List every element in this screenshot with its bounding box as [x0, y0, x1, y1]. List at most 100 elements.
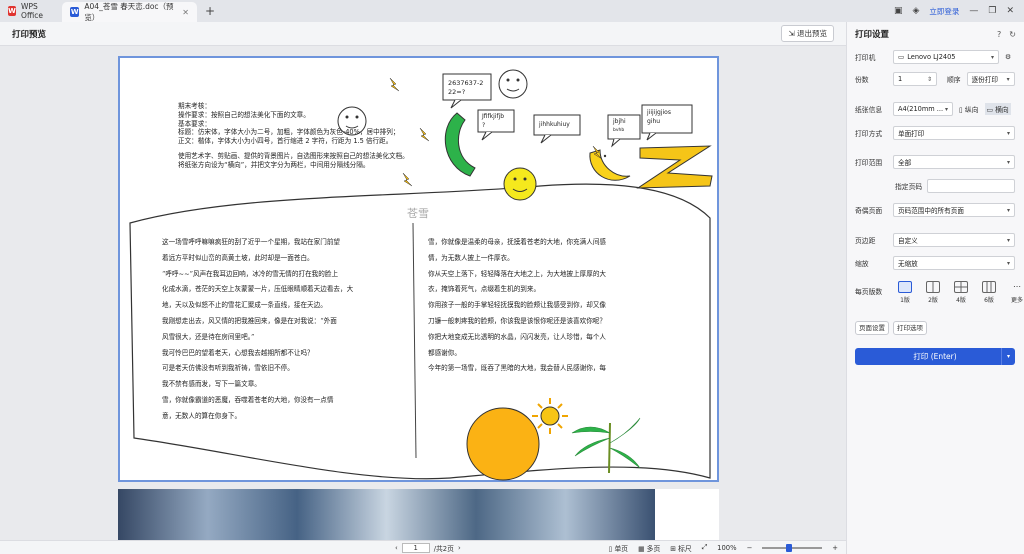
tab-wps-home[interactable]: W WPS Office	[0, 0, 62, 22]
zoom-slider[interactable]	[762, 543, 823, 552]
tab-bar: W WPS Office W A04_苍雪 春天恋.doc（预览） ✕ + ▣ ◈ 立…	[0, 0, 1024, 22]
margin-label: 页边距	[855, 237, 876, 245]
refresh-icon[interactable]: ↻	[1009, 30, 1016, 39]
paper-select[interactable]: A4(210mm ... ▾	[893, 102, 953, 116]
layout-4-button[interactable]: 4版	[951, 281, 971, 304]
tab-label: A04_苍雪 春天恋.doc（预览）	[84, 2, 174, 22]
mode-select[interactable]: 单面打印 ▾	[893, 126, 1015, 140]
bubble-text: Jfifkjifjb?	[482, 113, 505, 129]
print-button[interactable]: 打印 (Enter) ▾	[855, 348, 1015, 365]
wps-logo-icon: W	[8, 6, 17, 16]
skin-icon[interactable]: ◈	[912, 6, 919, 16]
copies-label: 份数	[855, 76, 869, 84]
bubble-text: jihhkuhiuy	[539, 121, 570, 128]
instruction-line: 操作要求：按照自己的想法美化下面的文章。	[178, 110, 310, 119]
preview-area[interactable]: 期末考核： 操作要求：按照自己的想法美化下面的文章。 基本要求： 标题：仿宋体，…	[0, 46, 846, 540]
instruction-line: 期末考核：	[178, 102, 211, 110]
print-label: 打印 (Enter)	[913, 352, 957, 361]
column-divider	[412, 222, 417, 459]
scale-select[interactable]: 无缩放 ▾	[893, 256, 1015, 270]
page-1: 期末考核： 操作要求：按照自己的想法美化下面的文章。 基本要求： 标题：仿宋体，…	[118, 56, 719, 482]
pages-label: 指定页码	[895, 183, 923, 191]
single-page-button[interactable]: ▯ 单页	[609, 543, 629, 553]
range-select[interactable]: 全部 ▾	[893, 155, 1015, 169]
print-options-button[interactable]: 打印选项	[893, 321, 927, 335]
fit-icon[interactable]: ⤢	[702, 543, 707, 552]
preview-toolbar: 打印预览 ⇲ 退出预览	[0, 22, 846, 46]
lightning-icon	[419, 127, 430, 142]
landscape-button[interactable]: ▭ 横向	[984, 103, 1011, 115]
pages-per-sheet-label: 每页版数	[855, 288, 883, 296]
smiley-face-icon	[498, 69, 528, 99]
scale-label: 缩放	[855, 260, 869, 268]
printer-select[interactable]: ▭ Lenovo LJ2405 ▾	[893, 50, 999, 64]
tab-label: WPS Office	[21, 2, 43, 20]
printer-icon: ▭	[898, 53, 905, 61]
oddeven-select[interactable]: 页码范围中的所有页面 ▾	[893, 203, 1015, 217]
right-column: 雪，你就像是温柔的母亲，抚摸着苍老的大地，你充满人间感 情，为无数人披上一件厚衣。…	[428, 238, 607, 373]
order-select[interactable]: 逐份打印 ▾	[966, 72, 1015, 86]
close-tab-icon[interactable]: ✕	[182, 8, 189, 17]
page-setup-button[interactable]: 页面设置	[855, 321, 889, 335]
paper-label: 纸张信息	[855, 106, 883, 114]
lightning-icon	[389, 77, 400, 92]
help-icon[interactable]: ?	[997, 30, 1001, 39]
multi-page-button[interactable]: ▦ 多页	[638, 543, 660, 553]
more-layouts-button[interactable]: ⋯ 更多	[1007, 281, 1024, 304]
order-label: 顺序	[947, 76, 961, 84]
margin-select[interactable]: 自定义 ▾	[893, 233, 1015, 247]
exit-preview-label: 退出预览	[797, 29, 827, 38]
page-2	[118, 489, 719, 540]
page-input[interactable]: 1	[401, 542, 430, 553]
portrait-button[interactable]: ▯ 纵向	[959, 104, 979, 114]
minimize-icon[interactable]: —	[969, 6, 978, 16]
new-tab-icon[interactable]: +	[205, 4, 215, 18]
left-column: 这一场雪呼呼嘛嘛疯狂的刮了近乎一个星期，我站在家门前望 着远方平时似山峦的高黄土坡…	[162, 238, 354, 420]
close-window-icon[interactable]: ✕	[1006, 6, 1014, 16]
yellow-smiley-icon	[503, 167, 537, 201]
sun-ball-shape	[466, 407, 540, 481]
lightning-icon	[402, 172, 413, 187]
printer-label: 打印机	[855, 54, 876, 62]
snow-background-image	[118, 489, 655, 540]
login-link[interactable]: 立即登录	[929, 6, 959, 17]
layout-2-button[interactable]: 2版	[923, 281, 943, 304]
layout-options: 1版 2版 4版 6版 ⋯ 更多	[895, 281, 1024, 304]
bubble-text: jiijijgjios gihu	[647, 109, 671, 125]
oddeven-label: 奇偶页面	[855, 207, 883, 215]
copies-stepper[interactable]: 1 ⇕	[893, 72, 937, 86]
instruction-line: 正文：楷体，字体大小为小四号，首行缩进 2 字符，行距为 1.5 倍行距。	[178, 137, 393, 146]
instruction-line: 标题：仿宋体，字体大小为二号，加粗，字体颜色为灰色-40%，居中排列；	[178, 128, 400, 137]
pages-input[interactable]	[927, 179, 1015, 193]
page-title: 打印预览	[12, 29, 47, 40]
printer-settings-icon[interactable]: ⚙	[1005, 53, 1011, 61]
word-doc-icon: W	[70, 7, 80, 17]
instruction-line: 将纸张方向设为“横向”，并把文字分为两栏，中间用分隔线分隔。	[178, 160, 370, 169]
view-controls: ▯ 单页 ▦ 多页 ⊞ 标尺 ⤢ 100% − +	[609, 543, 846, 553]
layout-1-button[interactable]: 1版	[895, 281, 915, 304]
ruler-button[interactable]: ⊞ 标尺	[670, 543, 691, 553]
bubble-text: 2637637-2 22=?	[448, 79, 484, 96]
restore-icon[interactable]: ❐	[988, 6, 996, 16]
article-title: 苍雪	[407, 207, 429, 220]
layout-6-button[interactable]: 6版	[979, 281, 999, 304]
print-settings-panel: 打印设置? ↻ 打印机 ▭ Lenovo LJ2405 ▾ ⚙ 份数 1 ⇕ 顺序 逐份打印 ▾ 纸…	[846, 22, 1024, 554]
sun-icon	[532, 398, 568, 434]
panel-title: 打印设置	[855, 30, 890, 40]
layout-icon[interactable]: ▣	[894, 6, 903, 16]
instructions-block: 期末考核： 操作要求：按照自己的想法美化下面的文章。 基本要求： 标题：仿宋体，…	[178, 102, 409, 170]
tab-document[interactable]: W A04_苍雪 春天恋.doc（预览） ✕	[62, 2, 197, 22]
status-bar: ‹ 1 /共2页 › ▯ 单页 ▦ 多页 ⊞ 标尺 ⤢ 100% − +	[0, 540, 846, 554]
chevron-down-icon[interactable]: ▾	[1001, 348, 1015, 365]
next-page-icon[interactable]: ›	[458, 544, 461, 552]
zoom-out-icon[interactable]: −	[747, 544, 753, 552]
bamboo-icon	[571, 417, 641, 474]
range-label: 打印范围	[855, 159, 883, 167]
exit-preview-button[interactable]: ⇲ 退出预览	[781, 25, 834, 42]
mode-label: 打印方式	[855, 130, 883, 138]
instruction-line: 使用艺术字、剪贴画、提供的背景图片，自选图形来按照自己的想法美化文档。	[178, 151, 409, 160]
prev-page-icon[interactable]: ‹	[395, 544, 398, 552]
z-shape	[636, 145, 713, 189]
page-navigator: ‹ 1 /共2页 ›	[395, 542, 461, 553]
zoom-in-icon[interactable]: +	[832, 544, 838, 552]
